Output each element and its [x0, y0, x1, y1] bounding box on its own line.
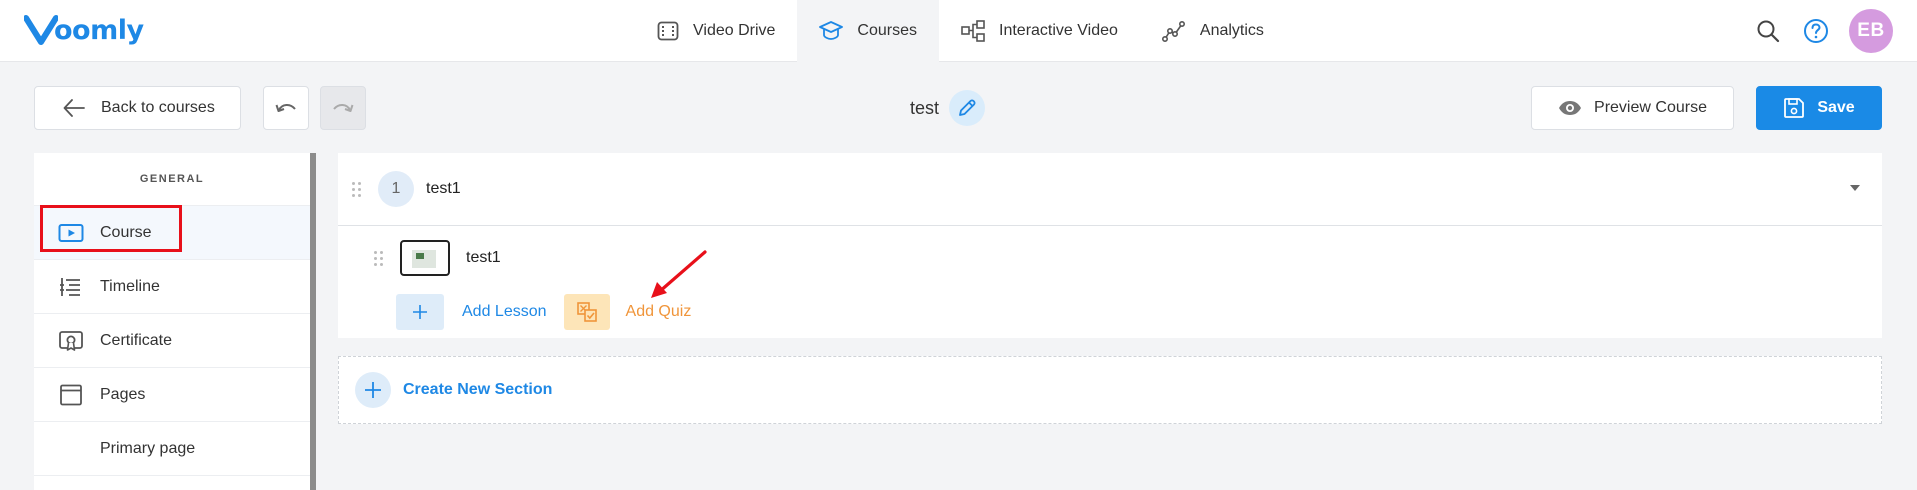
- app-logo[interactable]: oomly: [24, 8, 144, 52]
- page-icon: [60, 384, 82, 405]
- course-title-area: test: [910, 88, 986, 128]
- add-quiz-button[interactable]: [563, 294, 610, 330]
- nav-video-drive[interactable]: Video Drive: [635, 0, 797, 62]
- line-chart-icon: [1161, 20, 1185, 42]
- sidebar-scrollbar[interactable]: [310, 153, 316, 490]
- sidebar-item-primary-page[interactable]: Primary page: [34, 422, 310, 476]
- top-navigation-bar: oomly Video Drive Courses Interactive Vi…: [0, 0, 1917, 62]
- add-lesson-link[interactable]: Add Lesson: [462, 303, 547, 321]
- nav-courses[interactable]: Courses: [797, 0, 939, 62]
- sidebar-header: GENERAL: [34, 153, 310, 206]
- timeline-list-icon: [60, 277, 80, 296]
- sidebar-item-label: Course: [100, 223, 152, 241]
- create-new-section-button[interactable]: Create New Section: [338, 356, 1882, 424]
- floppy-disk-icon: [1784, 98, 1805, 118]
- logo-v-icon: [24, 15, 58, 45]
- sidebar-item-course[interactable]: Course: [34, 206, 310, 260]
- create-new-section-label: Create New Section: [403, 381, 553, 398]
- lesson-name: test1: [466, 249, 501, 266]
- help-icon: [1804, 19, 1828, 43]
- logo-text: oomly: [54, 14, 144, 46]
- certificate-icon: [59, 330, 83, 351]
- section-header[interactable]: 1 test1: [338, 153, 1882, 226]
- flow-diagram-icon: [961, 20, 985, 42]
- edit-title-button[interactable]: [949, 90, 986, 126]
- plus-icon: [413, 305, 427, 319]
- search-button[interactable]: [1753, 16, 1783, 46]
- eye-icon: [1559, 101, 1582, 115]
- nav-interactive-video[interactable]: Interactive Video: [939, 0, 1140, 62]
- help-button[interactable]: [1801, 16, 1831, 46]
- search-icon: [1757, 20, 1780, 43]
- undo-icon: [275, 104, 296, 112]
- add-content-row: Add Lesson Add Quiz: [396, 294, 691, 330]
- save-button[interactable]: Save: [1756, 86, 1882, 130]
- chevron-down-icon[interactable]: [1850, 185, 1860, 191]
- sidebar-item-certificate[interactable]: Certificate: [34, 314, 310, 368]
- main-nav: Video Drive Courses Interactive Video An…: [635, 0, 1286, 62]
- preview-label: Preview Course: [1594, 99, 1707, 116]
- undo-button[interactable]: [263, 86, 309, 130]
- section-number-badge: 1: [378, 171, 414, 207]
- lesson-item[interactable]: test1: [338, 238, 501, 278]
- video-play-icon: [58, 223, 84, 242]
- nav-label: Video Drive: [693, 22, 776, 39]
- back-to-courses-button[interactable]: Back to courses: [34, 86, 241, 130]
- lesson-drag-handle[interactable]: [374, 250, 388, 266]
- sidebar-item-label: Pages: [100, 385, 146, 403]
- nav-label: Interactive Video: [999, 22, 1118, 39]
- course-title: test: [910, 97, 940, 118]
- film-icon: [657, 21, 679, 41]
- sidebar-item-pages[interactable]: Pages: [34, 368, 310, 422]
- course-settings-sidebar: GENERAL Course Timeline Certificate Page…: [34, 153, 310, 490]
- lesson-thumbnail: [400, 240, 450, 276]
- preview-course-button[interactable]: Preview Course: [1531, 86, 1734, 130]
- pencil-icon: [959, 99, 976, 116]
- quiz-icon: [576, 302, 597, 322]
- section-drag-handle[interactable]: [352, 181, 366, 197]
- top-right-actions: EB: [1753, 0, 1917, 62]
- save-label: Save: [1817, 99, 1855, 116]
- section-name: test1: [426, 180, 461, 197]
- course-section-card: 1 test1 test1 Add Lesson Add Quiz: [338, 153, 1882, 338]
- back-label: Back to courses: [101, 99, 215, 116]
- add-lesson-button[interactable]: [396, 294, 444, 330]
- sidebar-item-label: Primary page: [100, 439, 196, 457]
- arrow-left-icon: [63, 99, 85, 117]
- add-quiz-link[interactable]: Add Quiz: [626, 303, 692, 321]
- plus-circle-icon: [355, 372, 391, 408]
- nav-analytics[interactable]: Analytics: [1140, 0, 1286, 62]
- sidebar-item-label: Certificate: [100, 331, 173, 349]
- nav-label: Analytics: [1199, 22, 1264, 39]
- graduation-cap-icon: [819, 21, 844, 40]
- redo-icon: [333, 104, 354, 112]
- sidebar-item-timeline[interactable]: Timeline: [34, 260, 310, 314]
- user-avatar[interactable]: EB: [1849, 9, 1893, 53]
- sidebar-item-label: Timeline: [100, 277, 160, 295]
- redo-button[interactable]: [320, 86, 366, 130]
- nav-label: Courses: [857, 22, 917, 39]
